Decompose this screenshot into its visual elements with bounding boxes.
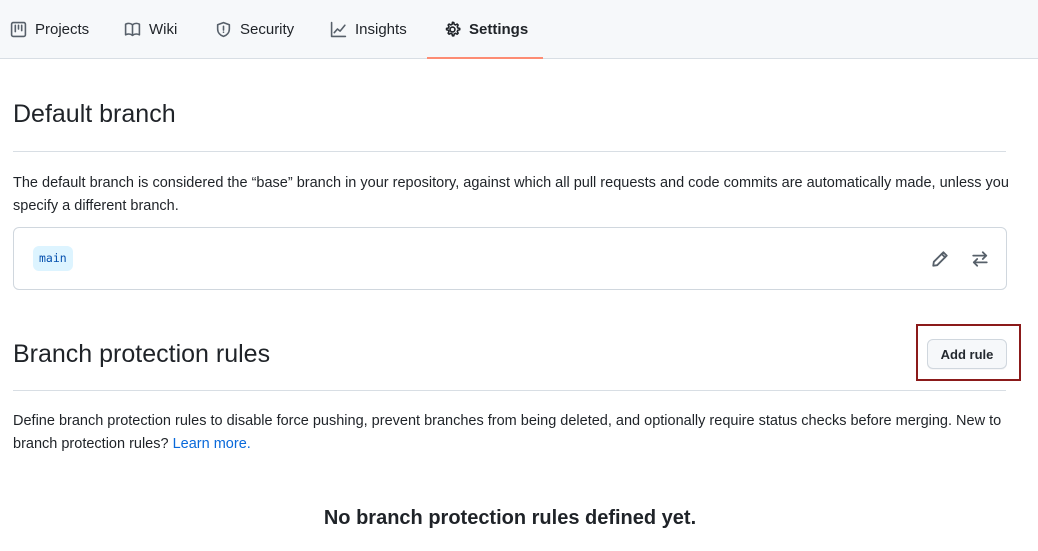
graph-icon [330,21,347,38]
add-rule-button[interactable]: Add rule [927,339,1007,369]
tab-settings[interactable]: Settings [444,0,528,59]
tab-label: Insights [355,21,407,38]
divider [13,390,1006,391]
repo-nav-tabs: Projects Wiki Security Insights Settings [0,0,1038,59]
default-branch-description: The default branch is considered the “ba… [13,175,1009,214]
branch-protection-description: Define branch protection rules to disabl… [13,410,1013,456]
tab-label: Projects [35,21,90,38]
learn-more-link[interactable]: Learn more. [173,436,251,452]
divider [13,151,1006,152]
branch-protection-heading: Branch protection rules [13,340,271,368]
switch-default-branch-button[interactable] [969,248,991,270]
tab-wiki[interactable]: Wiki [124,0,177,59]
empty-state-title: No branch protection rules defined yet. [323,507,697,529]
selected-tab-indicator [427,57,543,59]
default-branch-heading: Default branch [13,100,176,128]
tab-insights[interactable]: Insights [330,0,407,59]
rename-branch-button[interactable] [929,248,951,270]
arrow-switch-icon [972,251,988,267]
book-icon [124,22,141,37]
tab-label: Wiki [149,21,178,38]
project-board-icon [10,21,27,38]
tab-label: Security [240,21,295,38]
pencil-icon [932,251,948,267]
tab-projects[interactable]: Projects [10,0,89,59]
branch-name-chip: main [33,246,73,271]
tab-label: Settings [469,21,529,38]
shield-icon [216,21,231,38]
description-text: Define branch protection rules to disabl… [13,413,1002,452]
tab-security[interactable]: Security [215,0,294,59]
gear-icon [445,21,461,37]
default-branch-box: main [13,227,1007,290]
